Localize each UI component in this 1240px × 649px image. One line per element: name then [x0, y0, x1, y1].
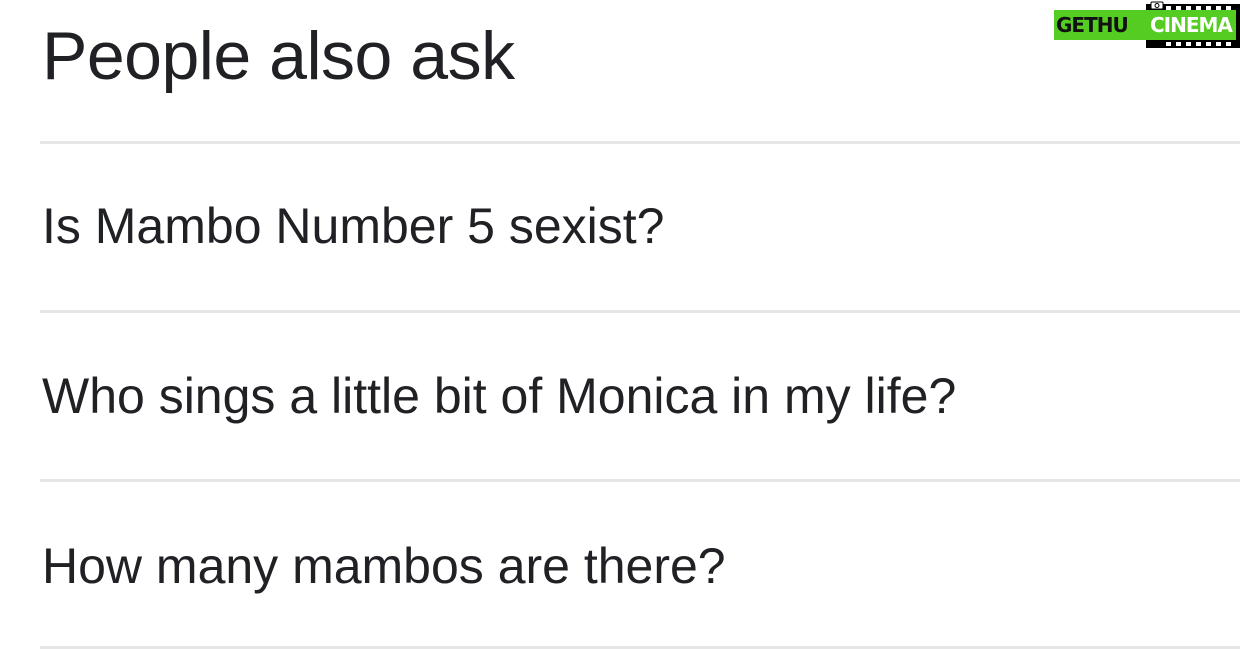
- watermark-text-left: GETHU: [1056, 13, 1129, 37]
- divider: [40, 310, 1240, 313]
- question-item-1[interactable]: Is Mambo Number 5 sexist?: [40, 196, 1240, 306]
- question-item-3[interactable]: How many mambos are there?: [40, 536, 1240, 646]
- divider: [40, 141, 1240, 144]
- watermark-text-right: CINEMA: [1150, 13, 1233, 37]
- question-text: How many mambos are there?: [42, 538, 726, 594]
- section-title: People also ask: [42, 18, 515, 94]
- camera-icon: [1150, 1, 1164, 10]
- question-text: Is Mambo Number 5 sexist?: [42, 198, 665, 254]
- people-also-ask-panel: People also ask Is Mambo Number 5 sexist…: [0, 0, 1240, 649]
- watermark-logo: GETHU CINEMA: [1052, 0, 1240, 48]
- question-item-2[interactable]: Who sings a little bit of Monica in my l…: [40, 366, 1240, 476]
- divider: [40, 479, 1240, 482]
- question-text: Who sings a little bit of Monica in my l…: [42, 368, 957, 424]
